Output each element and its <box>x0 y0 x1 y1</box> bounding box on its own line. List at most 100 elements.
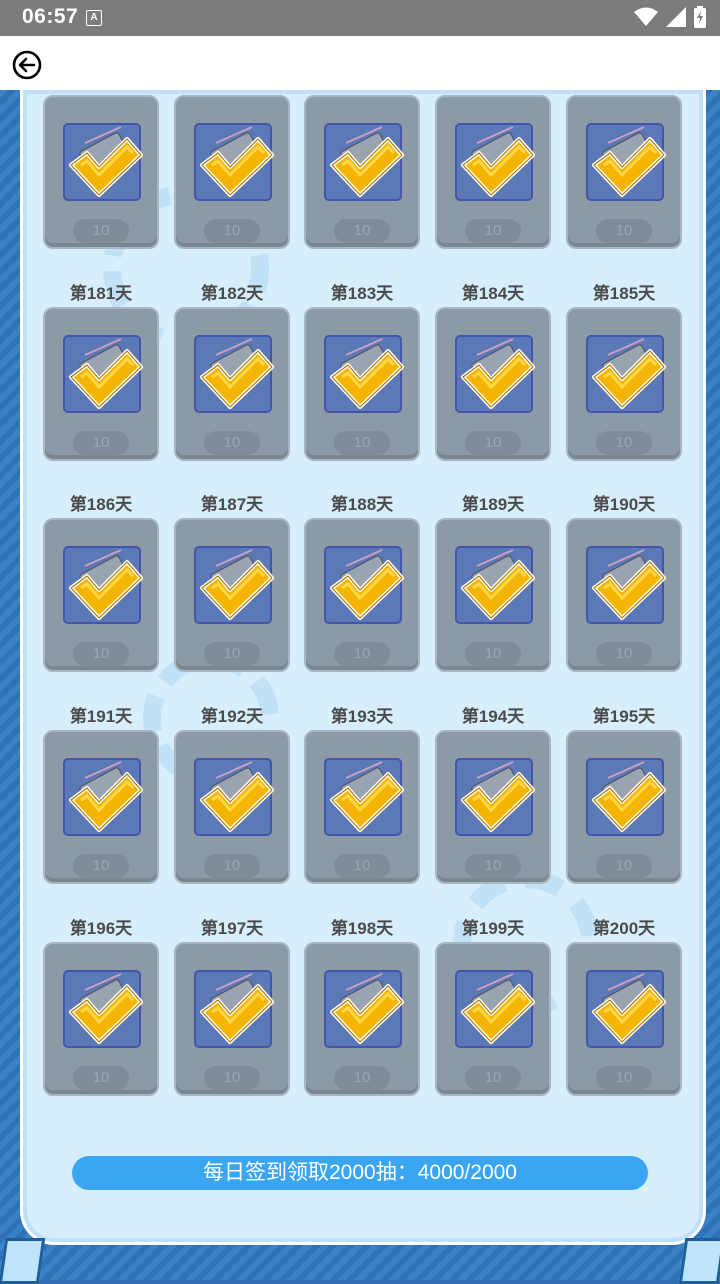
reward-card: 10 <box>174 518 290 672</box>
reward-amount: 10 <box>334 219 390 243</box>
day-label: 第198天 <box>330 919 394 938</box>
reward-amount: 10 <box>204 219 260 243</box>
claimed-check-icon <box>63 758 143 836</box>
signin-day-cell[interactable]: 第187天 10 <box>174 495 290 672</box>
reward-amount: 10 <box>73 854 129 878</box>
signal-icon <box>666 7 686 27</box>
signin-day-cell[interactable]: 第190天 10 <box>566 495 682 672</box>
battery-icon <box>694 6 706 28</box>
reward-amount: 10 <box>73 431 129 455</box>
reward-card: 10 <box>43 518 159 672</box>
claimed-check-icon <box>63 970 143 1048</box>
day-label: 第182天 <box>200 284 264 303</box>
day-label: 第189天 <box>461 495 525 514</box>
signin-day-cell[interactable]: 第196天 10 <box>43 919 159 1096</box>
signin-day-cell[interactable]: 第193天 10 <box>304 707 420 884</box>
claimed-check-icon <box>324 123 404 201</box>
reward-amount: 10 <box>73 219 129 243</box>
reward-amount: 10 <box>465 854 521 878</box>
signin-day-cell[interactable]: 第186天 10 <box>43 495 159 672</box>
reward-card: 10 <box>304 307 420 461</box>
signin-progress-bar: 每日签到领取2000抽：4000/2000 <box>72 1156 648 1190</box>
reward-card: 10 <box>304 95 420 249</box>
claimed-check-icon <box>194 970 274 1048</box>
claimed-check-icon <box>324 758 404 836</box>
day-label: 第191天 <box>69 707 133 726</box>
claimed-check-icon <box>63 335 143 413</box>
reward-card: 10 <box>43 730 159 884</box>
claimed-check-icon <box>455 335 535 413</box>
reward-card: 10 <box>566 307 682 461</box>
signin-day-cell[interactable]: 第195天 10 <box>566 707 682 884</box>
signin-day-cell[interactable]: 第194天 10 <box>435 707 551 884</box>
reward-amount: 10 <box>204 642 260 666</box>
signin-day-cell[interactable]: 第200天 10 <box>566 919 682 1096</box>
claimed-check-icon <box>455 758 535 836</box>
day-label: 第199天 <box>461 919 525 938</box>
reward-amount: 10 <box>465 219 521 243</box>
reward-card: 10 <box>566 518 682 672</box>
signin-day-cell[interactable]: 10 <box>304 95 420 249</box>
reward-card: 10 <box>435 730 551 884</box>
reward-card: 10 <box>566 95 682 249</box>
signin-day-cell[interactable]: 第184天 10 <box>435 284 551 461</box>
claimed-check-icon <box>63 123 143 201</box>
signin-progress-text: 每日签到领取2000抽：4000/2000 <box>203 1161 517 1184</box>
claimed-check-icon <box>63 546 143 624</box>
reward-card: 10 <box>435 307 551 461</box>
day-label: 第192天 <box>200 707 264 726</box>
signin-day-cell[interactable]: 第199天 10 <box>435 919 551 1096</box>
claimed-check-icon <box>586 970 666 1048</box>
reward-amount: 10 <box>334 854 390 878</box>
frame-corner-left <box>0 1238 46 1284</box>
day-label: 第183天 <box>330 284 394 303</box>
signin-day-cell[interactable]: 第188天 10 <box>304 495 420 672</box>
claimed-check-icon <box>324 335 404 413</box>
signin-day-cell[interactable]: 10 <box>566 95 682 249</box>
reward-card: 10 <box>304 730 420 884</box>
signin-day-cell[interactable]: 第182天 10 <box>174 284 290 461</box>
day-label: 第196天 <box>69 919 133 938</box>
reward-amount: 10 <box>596 1066 652 1090</box>
day-label: 第195天 <box>592 707 656 726</box>
signin-frame: 10 10 10 10 10 第181天 10 第182天 10 第183天 1… <box>0 90 720 1284</box>
reward-card: 10 <box>43 307 159 461</box>
signin-day-cell[interactable]: 第183天 10 <box>304 284 420 461</box>
back-arrow-icon[interactable] <box>12 50 42 80</box>
signin-day-cell[interactable]: 第197天 10 <box>174 919 290 1096</box>
claimed-check-icon <box>586 335 666 413</box>
reward-amount: 10 <box>465 1066 521 1090</box>
claimed-check-icon <box>586 123 666 201</box>
claimed-check-icon <box>455 546 535 624</box>
signin-day-cell[interactable]: 第189天 10 <box>435 495 551 672</box>
signin-day-cell[interactable]: 10 <box>43 95 159 249</box>
signin-day-cell[interactable]: 第192天 10 <box>174 707 290 884</box>
day-label: 第184天 <box>461 284 525 303</box>
signin-day-cell[interactable]: 第198天 10 <box>304 919 420 1096</box>
reward-amount: 10 <box>204 1066 260 1090</box>
reward-amount: 10 <box>334 431 390 455</box>
signin-day-cell[interactable]: 10 <box>435 95 551 249</box>
reward-amount: 10 <box>596 219 652 243</box>
signin-day-cell[interactable]: 第191天 10 <box>43 707 159 884</box>
reward-card: 10 <box>174 307 290 461</box>
frame-corner-right <box>678 1238 720 1284</box>
status-bar: 06:57 A <box>0 0 720 36</box>
reward-card: 10 <box>174 942 290 1096</box>
reward-card: 10 <box>304 942 420 1096</box>
signin-day-cell[interactable]: 第181天 10 <box>43 284 159 461</box>
day-label: 第185天 <box>592 284 656 303</box>
status-time: 06:57 <box>22 5 79 28</box>
app-bar <box>0 36 720 90</box>
reward-amount: 10 <box>73 1066 129 1090</box>
day-label: 第193天 <box>330 707 394 726</box>
signin-day-cell[interactable]: 第185天 10 <box>566 284 682 461</box>
day-label: 第194天 <box>461 707 525 726</box>
claimed-check-icon <box>194 335 274 413</box>
reward-amount: 10 <box>334 1066 390 1090</box>
claimed-check-icon <box>324 546 404 624</box>
reward-card: 10 <box>174 730 290 884</box>
claimed-check-icon <box>194 758 274 836</box>
claimed-check-icon <box>455 970 535 1048</box>
signin-day-cell[interactable]: 10 <box>174 95 290 249</box>
